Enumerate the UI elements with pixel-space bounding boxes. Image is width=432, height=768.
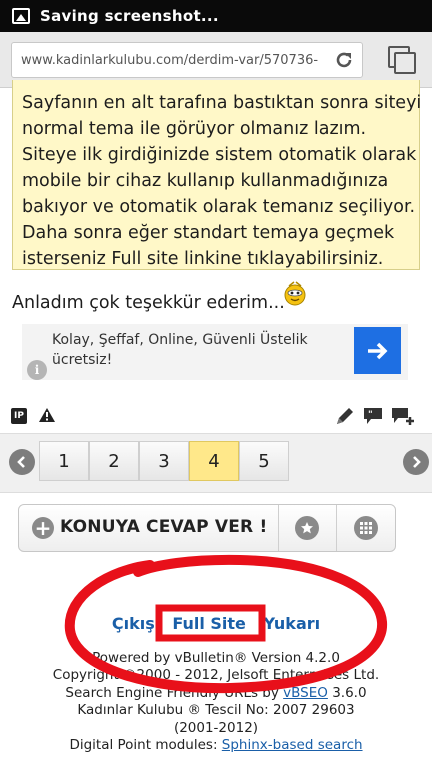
multi-quote-icon[interactable] — [390, 405, 416, 427]
page-5-button[interactable]: 5 — [239, 441, 289, 481]
exit-link[interactable]: Çıkış — [112, 614, 155, 633]
trademark-text: Kadınlar Kulubu ® Tescil No: 2007 29603 — [77, 702, 355, 719]
powered-by-text: Powered by vBulletin® Version 4.2.0 — [92, 650, 340, 666]
footer-links: Çıkış Full Site Yukarı — [0, 614, 432, 633]
image-icon — [12, 8, 30, 24]
copyright-text: Copyright ©2000 - 2012, Jelsoft Enterpri… — [52, 667, 380, 684]
edit-icon[interactable] — [334, 405, 356, 427]
chevron-right-icon — [413, 456, 421, 468]
status-bar: Saving screenshot... — [0, 0, 432, 32]
warning-icon[interactable] — [38, 407, 56, 423]
page-1-button[interactable]: 1 — [39, 441, 89, 481]
svg-text:": " — [368, 410, 373, 420]
page-3-button[interactable]: 3 — [139, 441, 189, 481]
ip-icon[interactable]: IP — [11, 408, 27, 424]
top-link[interactable]: Yukarı — [263, 614, 320, 633]
quote-icon[interactable]: " — [362, 405, 384, 427]
reply-button[interactable]: KONUYA CEVAP VER ! — [60, 517, 267, 537]
smiley-icon — [284, 281, 306, 306]
tabs-icon[interactable] — [388, 46, 418, 74]
reply-text: Anladım çok teşekkür ederim... — [12, 293, 285, 313]
post-tools: IP " — [0, 402, 432, 432]
seo-credit: Search Engine Friendly URLs by vBSEO 3.6… — [65, 684, 367, 701]
prev-page-button[interactable] — [9, 449, 35, 475]
star-icon[interactable] — [295, 516, 319, 540]
reload-icon[interactable] — [326, 43, 362, 77]
vbseo-link[interactable]: vBSEO — [283, 685, 328, 701]
next-page-button[interactable] — [403, 449, 429, 475]
info-icon[interactable]: i — [27, 360, 47, 380]
sphinx-search-link[interactable]: Sphinx-based search — [222, 737, 363, 753]
divider — [336, 505, 337, 551]
ad-text: Kolay, Şeffaf, Online, Güvenli Üstelik ü… — [52, 332, 308, 368]
chevron-left-icon — [17, 456, 25, 468]
divider — [278, 505, 279, 551]
page-4-button-current[interactable]: 4 — [189, 441, 239, 481]
full-site-link[interactable]: Full Site — [172, 614, 246, 633]
url-text: www.kadinlarkulubu.com/derdim-var/570736… — [21, 52, 319, 68]
plus-icon[interactable]: + — [32, 517, 54, 539]
years-text: (2001-2012) — [173, 719, 259, 736]
grid-menu-icon[interactable] — [354, 516, 378, 540]
page-2-button[interactable]: 2 — [89, 441, 139, 481]
status-text: Saving screenshot... — [40, 7, 219, 25]
address-bar[interactable]: www.kadinlarkulubu.com/derdim-var/570736… — [11, 42, 363, 78]
post-body: Sayfanın en alt tarafına bastıktan sonra… — [22, 93, 422, 269]
arrow-right-icon — [367, 342, 387, 359]
modules-credit: Digital Point modules: Sphinx-based sear… — [69, 737, 363, 754]
ad-arrow-button[interactable] — [354, 327, 401, 374]
footer-info: Powered by vBulletin® Version 4.2.0 Copy… — [0, 650, 432, 754]
